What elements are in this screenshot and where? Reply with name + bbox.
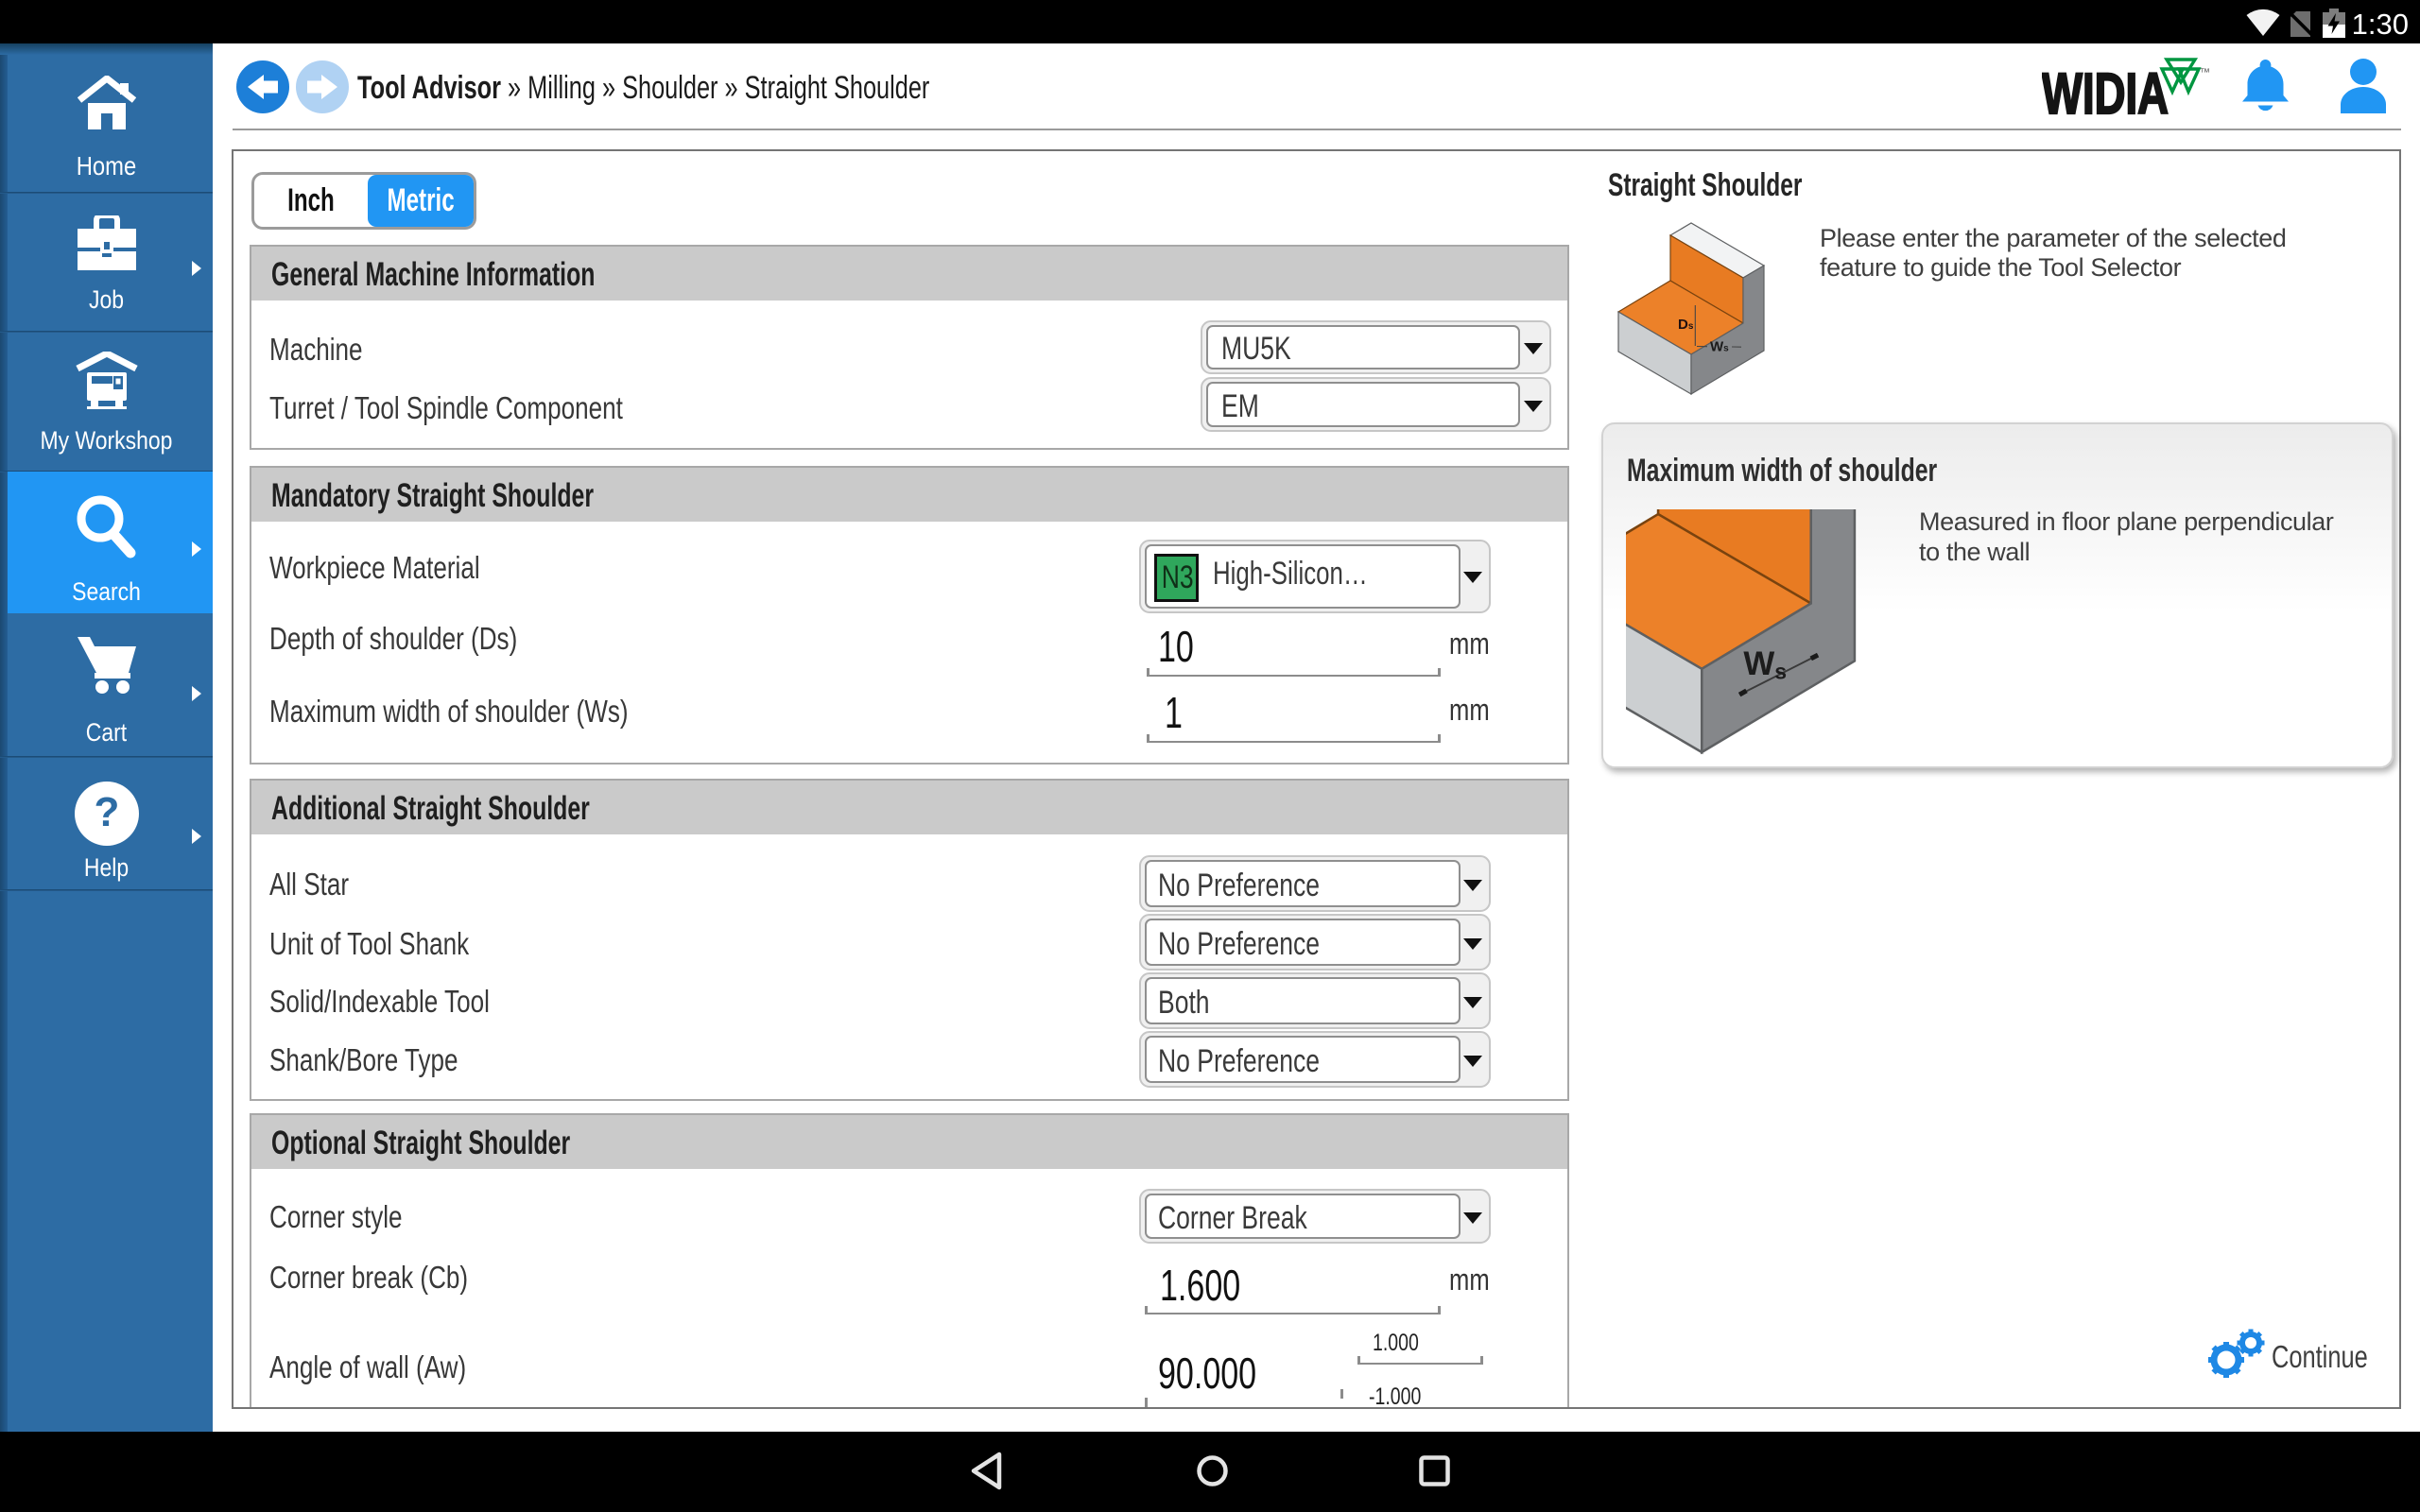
svg-text:?: ? bbox=[95, 789, 120, 835]
svg-text:WIDIA: WIDIA bbox=[2042, 61, 2169, 118]
svg-text:™: ™ bbox=[2200, 67, 2210, 78]
